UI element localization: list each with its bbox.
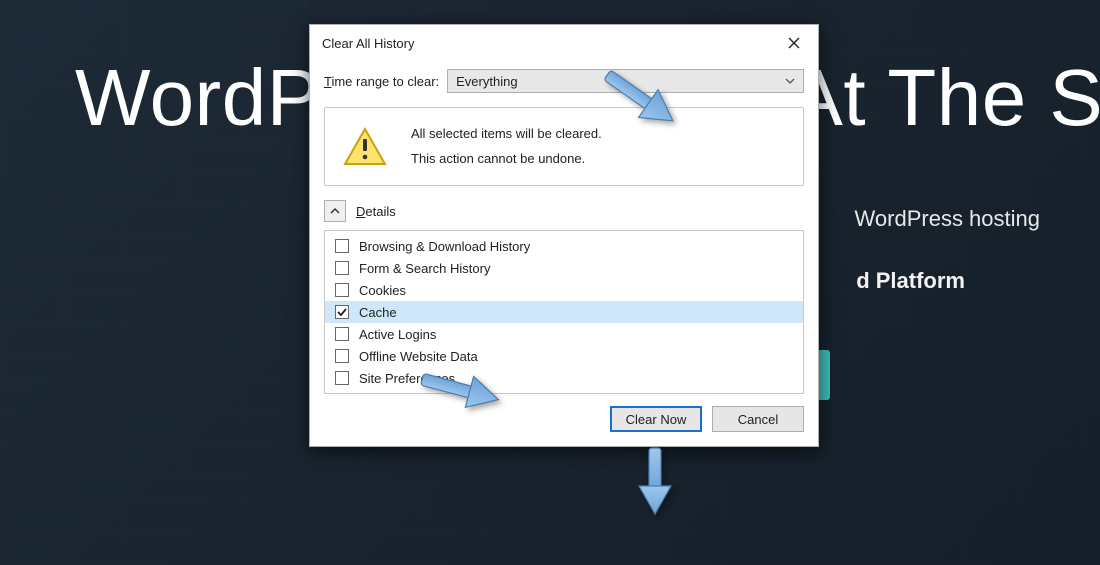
list-item-label: Browsing & Download History (359, 239, 530, 254)
list-item[interactable]: Cache (325, 301, 803, 323)
clear-now-button[interactable]: Clear Now (610, 406, 702, 432)
list-item[interactable]: Browsing & Download History (325, 235, 803, 257)
background-subtitle-1: WordPress hosting (855, 206, 1040, 232)
warning-line-2: This action cannot be undone. (411, 147, 602, 172)
warning-line-1: All selected items will be cleared. (411, 122, 602, 147)
dialog-body: Time range to clear: Everything All sele… (310, 61, 818, 446)
details-toggle-row: Details (324, 200, 804, 222)
details-label: Details (356, 204, 396, 219)
details-collapse-button[interactable] (324, 200, 346, 222)
warning-text: All selected items will be cleared. This… (411, 122, 602, 171)
list-item-label: Cookies (359, 283, 406, 298)
checkbox[interactable] (335, 349, 349, 363)
list-item-label: Active Logins (359, 327, 436, 342)
close-icon (788, 37, 800, 49)
details-list: Browsing & Download History Form & Search… (324, 230, 804, 394)
cancel-button[interactable]: Cancel (712, 406, 804, 432)
background-subtitle-2: d Platform (856, 268, 965, 294)
warning-box: All selected items will be cleared. This… (324, 107, 804, 186)
chevron-up-icon (330, 206, 340, 216)
checkbox[interactable] (335, 305, 349, 319)
list-item[interactable]: Site Preferences (325, 367, 803, 389)
time-range-value: Everything (456, 74, 517, 89)
annotation-arrow-2 (400, 358, 510, 418)
checkbox[interactable] (335, 239, 349, 253)
annotation-arrow-1 (576, 60, 696, 130)
clear-history-dialog: Clear All History Time range to clear: E… (309, 24, 819, 447)
chevron-down-icon (785, 76, 795, 86)
list-item[interactable]: Form & Search History (325, 257, 803, 279)
checkbox[interactable] (335, 327, 349, 341)
checkbox[interactable] (335, 371, 349, 385)
checkbox[interactable] (335, 283, 349, 297)
time-range-label: Time range to clear: (324, 74, 439, 89)
dialog-titlebar: Clear All History (310, 25, 818, 61)
close-button[interactable] (780, 32, 808, 54)
annotation-arrow-3 (625, 442, 685, 522)
list-item-label: Form & Search History (359, 261, 490, 276)
list-item[interactable]: Active Logins (325, 323, 803, 345)
list-item[interactable]: Cookies (325, 279, 803, 301)
time-range-row: Time range to clear: Everything (324, 69, 804, 93)
dialog-title: Clear All History (322, 36, 414, 51)
button-row: Clear Now Cancel (324, 406, 804, 432)
list-item-label: Cache (359, 305, 397, 320)
check-icon (337, 307, 347, 317)
warning-icon (343, 127, 387, 167)
list-item[interactable]: Offline Website Data (325, 345, 803, 367)
checkbox[interactable] (335, 261, 349, 275)
